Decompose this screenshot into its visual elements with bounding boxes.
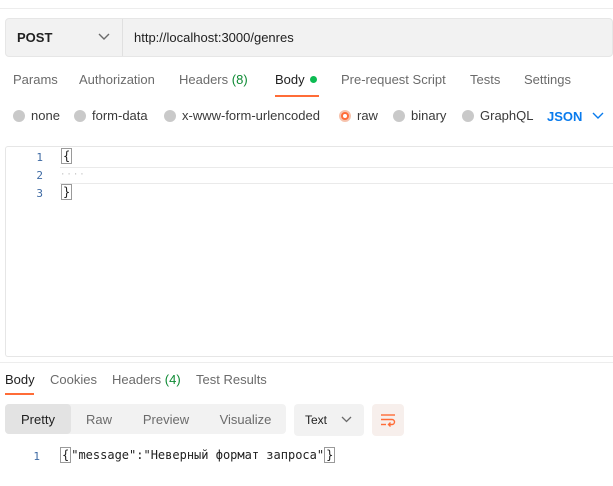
response-tab-test-results[interactable]: Test Results	[196, 372, 267, 387]
tab-params[interactable]: Params	[13, 72, 58, 87]
response-close-brace: }	[324, 447, 336, 463]
indent-guide-icon: ····	[60, 170, 86, 180]
view-visualize-button[interactable]: Visualize	[205, 404, 286, 434]
radio-graphql-label: GraphQL	[480, 108, 534, 123]
tab-pre-request-script[interactable]: Pre-request Script	[341, 72, 446, 87]
method-label: POST	[17, 30, 53, 45]
close-brace: }	[61, 184, 73, 200]
radio-raw-label: raw	[357, 108, 378, 123]
tab-settings[interactable]: Settings	[524, 72, 571, 87]
tab-headers[interactable]: Headers (8)	[179, 72, 248, 87]
response-tab-body[interactable]: Body	[5, 372, 35, 387]
tab-authorization[interactable]: Authorization	[79, 72, 155, 87]
tab-headers-label: Headers	[179, 72, 229, 87]
tab-body-label: Body	[275, 72, 305, 87]
tab-tests[interactable]: Tests	[470, 72, 500, 87]
active-dot-icon	[309, 76, 317, 83]
wrap-lines-icon	[381, 414, 396, 427]
response-body-line: {"message":"Неверный формат запроса"}	[60, 447, 336, 463]
radio-circle-icon	[13, 109, 25, 122]
response-tab-cookies[interactable]: Cookies	[50, 372, 97, 387]
radio-circle-icon	[164, 109, 176, 122]
radio-form-data-label: form-data	[92, 108, 148, 123]
response-active-tab-indicator	[5, 393, 34, 395]
top-divider	[0, 8, 613, 9]
response-open-brace: {	[60, 447, 72, 463]
view-preview-button[interactable]: Preview	[127, 404, 205, 434]
radio-form-data[interactable]: form-data	[74, 108, 148, 123]
line-number: 2	[36, 169, 43, 182]
code-line: {	[61, 148, 73, 164]
response-tab-headers-label: Headers	[112, 372, 162, 387]
chevron-down-icon[interactable]	[592, 112, 604, 120]
line-number: 3	[36, 187, 43, 200]
radio-circle-icon	[462, 109, 474, 122]
method-dropdown[interactable]: POST	[6, 19, 123, 56]
code-line: }	[61, 184, 73, 200]
response-body-text: "message":"Неверный формат запроса"	[71, 448, 325, 462]
response-headers-count: (4)	[164, 372, 181, 387]
response-tab-headers[interactable]: Headers (4)	[112, 372, 181, 387]
response-tabs: Body Cookies Headers (4) Test Results	[0, 372, 613, 396]
radio-urlencoded-label: x-www-form-urlencoded	[182, 108, 320, 123]
radio-urlencoded[interactable]: x-www-form-urlencoded	[164, 108, 320, 123]
headers-count: (8)	[231, 72, 248, 87]
url-input[interactable]: http://localhost:3000/genres	[123, 19, 294, 56]
response-divider	[0, 362, 613, 363]
request-url-bar: POST http://localhost:3000/genres	[5, 18, 613, 57]
radio-none-label: none	[31, 108, 60, 123]
radio-none[interactable]: none	[13, 108, 60, 123]
radio-binary-label: binary	[411, 108, 447, 123]
response-line-number: 1	[33, 450, 40, 463]
wrap-lines-button[interactable]	[372, 404, 404, 436]
body-type-selector: none form-data x-www-form-urlencoded raw…	[0, 108, 613, 126]
chevron-down-icon	[341, 416, 352, 423]
active-tab-indicator	[275, 95, 319, 97]
response-view-mode: Pretty Raw Preview Visualize	[5, 404, 286, 434]
radio-selected-icon	[339, 109, 351, 122]
current-line-highlight	[60, 167, 613, 184]
request-body-editor[interactable]: 1 2 3 { }	[5, 146, 613, 357]
chevron-down-icon	[98, 33, 110, 40]
radio-raw[interactable]: raw	[339, 108, 378, 123]
radio-circle-icon	[74, 109, 86, 122]
radio-binary[interactable]: binary	[393, 108, 446, 123]
response-format-dropdown[interactable]: Text	[294, 404, 364, 436]
view-pretty-button[interactable]: Pretty	[5, 404, 71, 434]
radio-graphql[interactable]: GraphQL	[462, 108, 533, 123]
open-brace: {	[61, 148, 73, 164]
radio-circle-icon	[393, 109, 405, 122]
response-format-label: Text	[305, 413, 328, 427]
line-number: 1	[36, 151, 43, 164]
language-dropdown[interactable]: JSON	[547, 109, 582, 124]
view-raw-button[interactable]: Raw	[71, 404, 127, 434]
tab-body[interactable]: Body	[275, 72, 317, 87]
